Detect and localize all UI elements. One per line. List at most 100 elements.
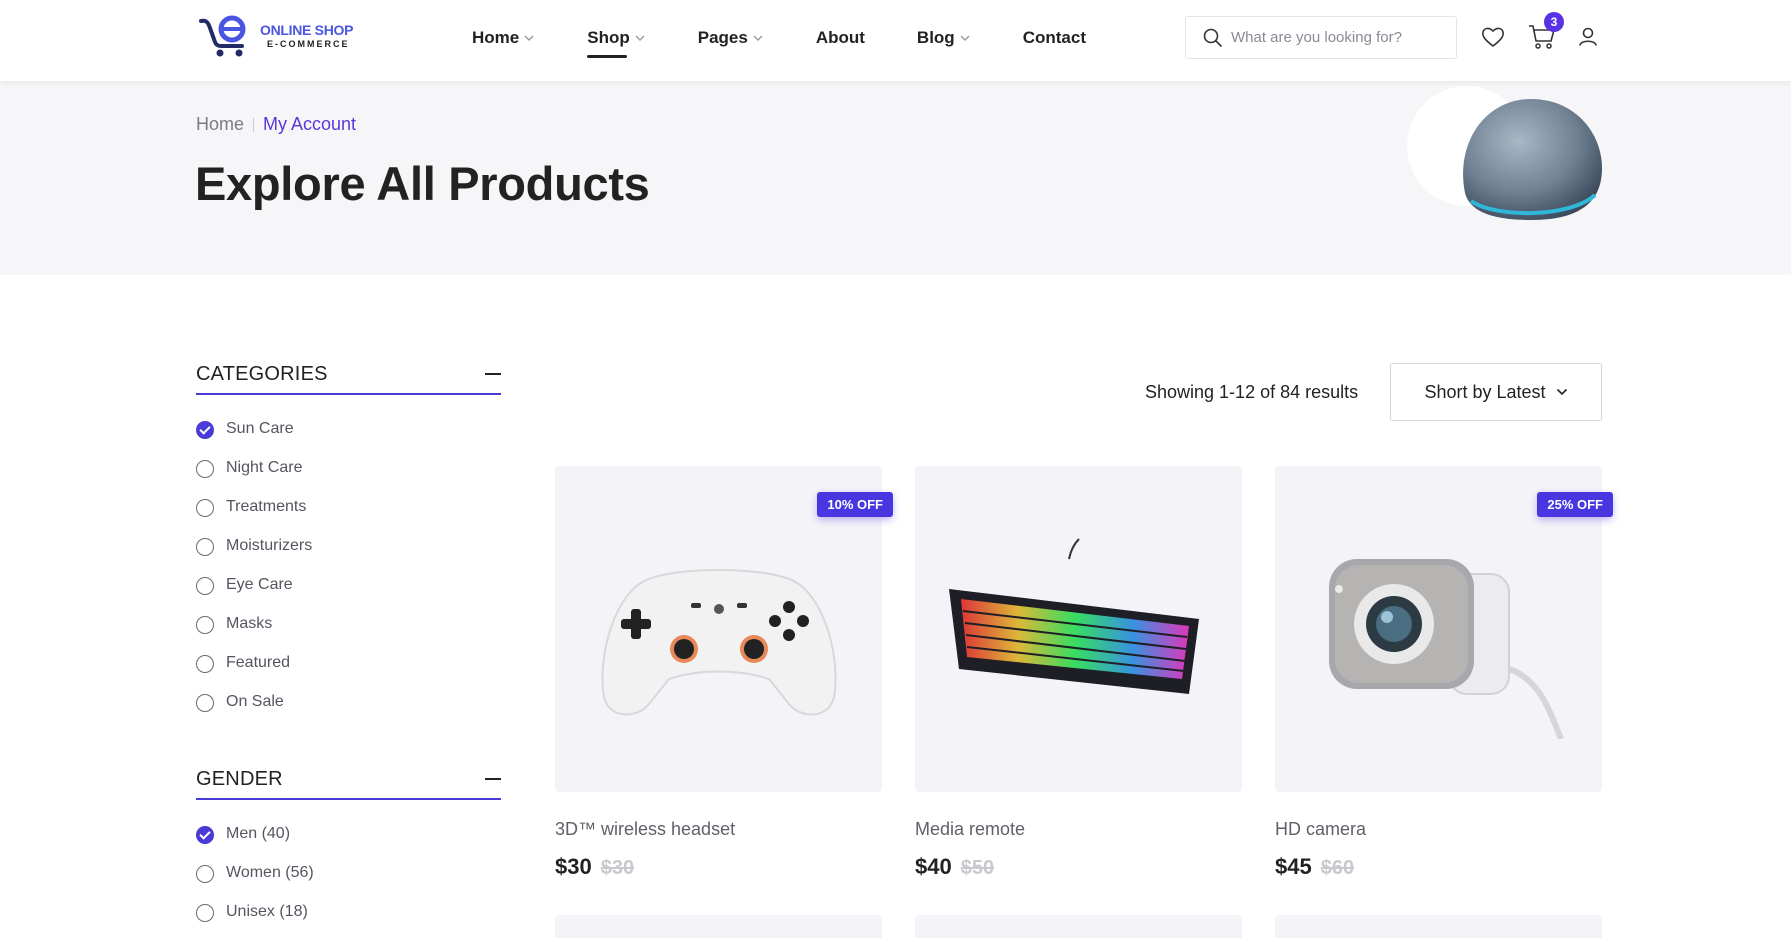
- nav-item-label: Blog: [916, 27, 955, 47]
- radio-icon[interactable]: [196, 865, 214, 883]
- chevron-down-icon: [753, 34, 763, 41]
- search-box: [1185, 16, 1457, 59]
- checkbox-checked-icon[interactable]: [196, 421, 214, 439]
- option-label: Moisturizers: [226, 536, 313, 554]
- product-image[interactable]: 25% OFF: [1275, 466, 1613, 792]
- gender-filter: GENDER Men (40) Women (56) Unisex (18): [196, 760, 501, 931]
- category-option-eye-care[interactable]: Eye Care: [196, 565, 501, 604]
- current-price: $45: [1275, 854, 1312, 879]
- category-option-featured[interactable]: Featured: [196, 643, 501, 682]
- category-option-on-sale[interactable]: On Sale: [196, 682, 501, 721]
- search-icon[interactable]: [1203, 28, 1223, 48]
- cart-count-badge: 3: [1544, 12, 1564, 32]
- heart-icon[interactable]: [1480, 24, 1506, 50]
- product-price: $45 $60: [1275, 854, 1602, 880]
- gender-option-men[interactable]: Men (40): [196, 814, 501, 853]
- nav-item-label: Contact: [1022, 27, 1086, 47]
- radio-icon[interactable]: [196, 616, 214, 634]
- product-card-next-row[interactable]: [1275, 915, 1602, 938]
- nav-item-label: About: [815, 27, 865, 47]
- option-label: Sun Care: [226, 419, 294, 437]
- categories-filter: CATEGORIES Sun Care Night Care Treatment…: [196, 355, 501, 721]
- radio-icon[interactable]: [196, 538, 214, 556]
- category-option-moisturizers[interactable]: Moisturizers: [196, 526, 501, 565]
- categories-filter-header[interactable]: CATEGORIES: [196, 355, 501, 395]
- option-label: Treatments: [226, 497, 307, 515]
- chevron-down-icon: [1556, 388, 1567, 396]
- nav-item-label: Pages: [697, 27, 748, 47]
- checkbox-checked-icon[interactable]: [196, 826, 214, 844]
- site-logo[interactable]: ONLINE SHOP E-COMMERCE: [198, 14, 363, 58]
- option-label: Night Care: [226, 458, 303, 476]
- results-count: Showing 1-12 of 84 results: [1145, 382, 1359, 402]
- collapse-icon[interactable]: [485, 373, 501, 375]
- option-label: Masks: [226, 614, 273, 632]
- nav-item-shop[interactable]: Shop: [587, 0, 646, 75]
- user-icon[interactable]: [1576, 24, 1600, 50]
- main-nav: Home Shop Pages About Blog Contact: [472, 0, 1138, 75]
- option-label: Men (40): [226, 824, 291, 842]
- radio-icon[interactable]: [196, 577, 214, 595]
- collapse-icon[interactable]: [485, 778, 501, 780]
- gender-option-unisex[interactable]: Unisex (18): [196, 892, 501, 931]
- product-image[interactable]: [915, 466, 1242, 792]
- product-name[interactable]: Media remote: [915, 819, 1242, 840]
- product-name[interactable]: HD camera: [1275, 819, 1602, 840]
- discount-badge: 25% OFF: [1537, 492, 1613, 517]
- current-price: $30: [555, 854, 592, 879]
- gender-option-women[interactable]: Women (56): [196, 853, 501, 892]
- nav-item-contact[interactable]: Contact: [1023, 0, 1086, 75]
- product-card[interactable]: Media remote $40 $50: [915, 466, 1242, 880]
- product-price: $30 $30: [555, 854, 882, 880]
- nav-item-home[interactable]: Home: [472, 0, 535, 75]
- page-hero: Home My Account Explore All Products: [0, 81, 1791, 275]
- option-label: Unisex (18): [226, 902, 308, 920]
- product-card-next-row[interactable]: [555, 915, 882, 938]
- nav-item-pages[interactable]: Pages: [698, 0, 764, 75]
- nav-item-blog[interactable]: Blog: [917, 0, 971, 75]
- chevron-down-icon: [960, 34, 970, 41]
- product-name[interactable]: 3D™ wireless headset: [555, 819, 882, 840]
- nav-item-about[interactable]: About: [816, 0, 865, 75]
- gamepad-image: [600, 569, 837, 716]
- category-option-treatments[interactable]: Treatments: [196, 487, 501, 526]
- brand-subtitle: E-COMMERCE: [267, 39, 350, 49]
- breadcrumb-home[interactable]: Home: [196, 114, 244, 135]
- option-label: Featured: [226, 653, 291, 671]
- old-price: $30: [600, 857, 635, 879]
- page-title: Explore All Products: [195, 157, 650, 210]
- product-image[interactable]: 10% OFF: [555, 466, 893, 792]
- radio-icon[interactable]: [196, 499, 214, 517]
- gender-filter-header[interactable]: GENDER: [196, 760, 501, 800]
- radio-icon[interactable]: [196, 655, 214, 673]
- breadcrumb-current[interactable]: My Account: [263, 114, 356, 135]
- option-label: On Sale: [226, 692, 284, 710]
- option-label: Women (56): [226, 863, 314, 881]
- radio-icon[interactable]: [196, 904, 214, 922]
- current-price: $40: [915, 854, 952, 879]
- radio-icon[interactable]: [196, 694, 214, 712]
- webcam-image: [1328, 559, 1564, 739]
- brand-title: ONLINE SHOP: [260, 22, 354, 38]
- nav-item-label: Shop: [587, 27, 630, 47]
- smart-speaker-image: [1407, 86, 1602, 220]
- cart-logo-icon: [199, 15, 246, 57]
- old-price: $50: [960, 857, 995, 879]
- discount-badge: 10% OFF: [817, 492, 893, 517]
- category-option-sun-care[interactable]: Sun Care: [196, 409, 501, 448]
- category-option-night-care[interactable]: Night Care: [196, 448, 501, 487]
- keyboard-image: [948, 538, 1199, 694]
- chevron-down-icon: [635, 34, 645, 41]
- product-card[interactable]: 10% OFF 3D™ wireless headset $30 $30: [555, 466, 893, 880]
- nav-item-label: Home: [472, 27, 520, 47]
- search-input[interactable]: [1231, 29, 1441, 46]
- chevron-down-icon: [524, 34, 534, 41]
- radio-icon[interactable]: [196, 460, 214, 478]
- sort-dropdown[interactable]: Short by Latest: [1390, 363, 1602, 421]
- breadcrumb: Home My Account: [196, 114, 356, 135]
- old-price: $60: [1320, 857, 1355, 879]
- option-label: Eye Care: [226, 575, 293, 593]
- product-card-next-row[interactable]: [915, 915, 1242, 938]
- category-option-masks[interactable]: Masks: [196, 604, 501, 643]
- product-card[interactable]: 25% OFF HD camera $45 $60: [1275, 466, 1613, 880]
